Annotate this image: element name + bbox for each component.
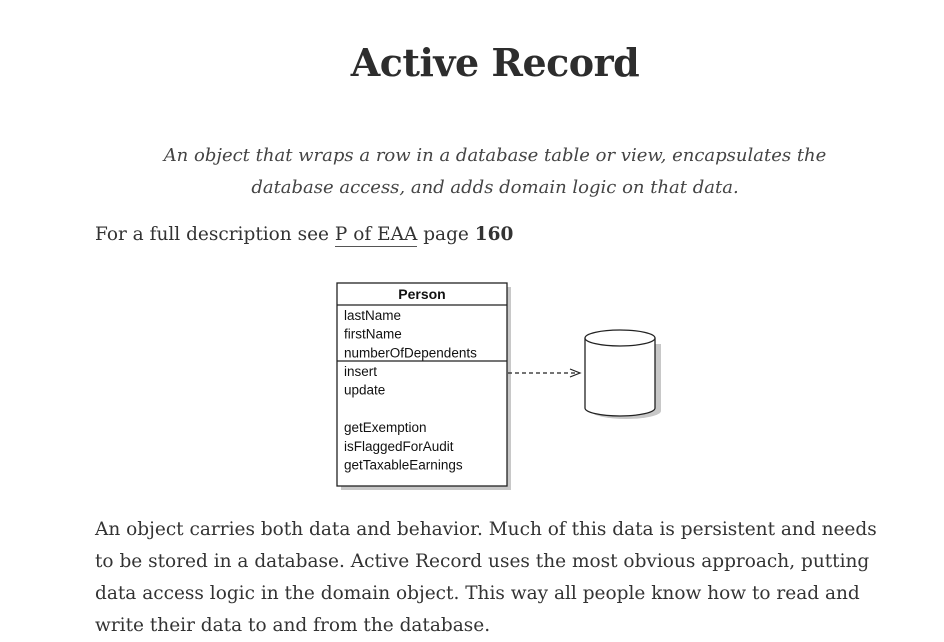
class-attribute: numberOfDependents <box>344 345 477 360</box>
class-method: getExemption <box>344 420 427 435</box>
page-number: 160 <box>474 224 514 245</box>
class-method: isFlaggedForAudit <box>344 439 454 454</box>
body-paragraph: An object carries both data and behavior… <box>95 519 877 636</box>
class-attribute: lastName <box>344 308 401 323</box>
class-name: Person <box>398 286 445 302</box>
active-record-diagram: Person lastName firstName numberOfDependen… <box>336 282 661 490</box>
reference-prefix: For a full description see <box>95 224 335 245</box>
reference-middle: page <box>417 224 475 245</box>
pattern-intent: An object that wraps a row in a database… <box>163 145 827 198</box>
class-method: insert <box>344 364 377 379</box>
peaa-link[interactable]: P of EAA <box>334 224 418 247</box>
class-attribute: firstName <box>344 327 402 342</box>
database-cylinder-icon <box>584 329 661 419</box>
reference-line: For a full description see P of EAA page… <box>95 224 514 247</box>
class-method: update <box>344 383 385 398</box>
class-method: getTaxableEarnings <box>344 458 463 473</box>
page-title: Active Record <box>350 40 640 85</box>
